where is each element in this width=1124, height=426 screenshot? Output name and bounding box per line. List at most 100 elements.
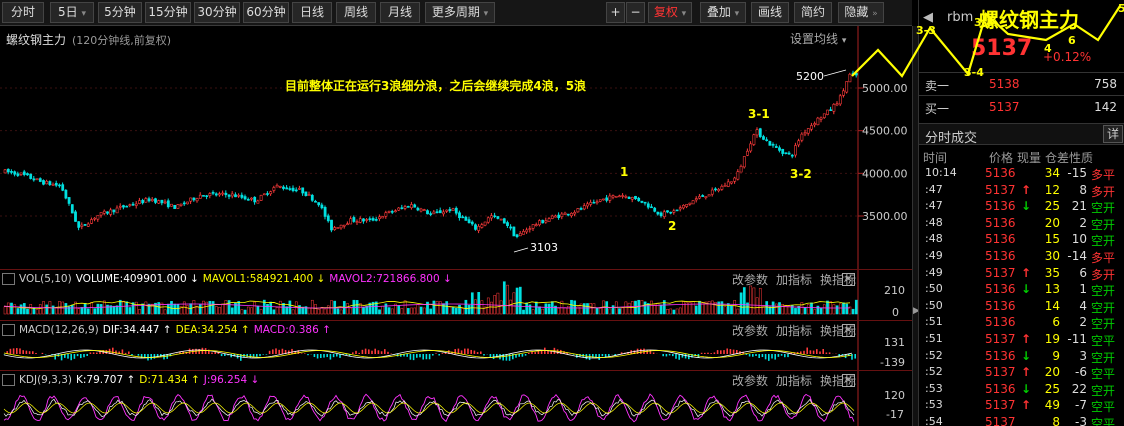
candle (218, 193, 221, 196)
candle (86, 223, 90, 227)
tick-oi-change: -11 (1067, 331, 1087, 346)
period-button-monthly[interactable]: 月线 (380, 2, 420, 23)
candle (3, 169, 7, 174)
candle (157, 200, 161, 204)
indicator-toggle-box[interactable] (2, 374, 15, 386)
tick-type: 空开 (1091, 383, 1116, 398)
period-button-60min[interactable]: 60分钟 (243, 2, 289, 23)
candle (99, 212, 103, 216)
candle (314, 200, 317, 203)
edit-params-button[interactable]: 改参数 (732, 374, 768, 388)
candle (390, 211, 394, 213)
tick-volume: 8 (1052, 414, 1060, 426)
period-button-30min[interactable]: 30分钟 (194, 2, 240, 23)
indicator-toggle-box[interactable] (2, 324, 15, 336)
candle (829, 109, 833, 111)
hide-button[interactable]: 隐藏 » (838, 2, 884, 23)
volume-bar (778, 302, 781, 315)
ticks-detail-button[interactable]: 详 (1103, 125, 1123, 143)
candle (118, 205, 122, 208)
volume-bar (730, 305, 733, 315)
tick-price: 5136 (985, 282, 1016, 297)
col-type: 性质 (1069, 151, 1094, 165)
candle (650, 206, 653, 209)
indicator-toggle-box[interactable] (2, 273, 15, 285)
candle (384, 212, 388, 217)
candle (634, 196, 637, 200)
moving-average-settings-button[interactable]: 设置均线 ▾ (790, 30, 846, 47)
period-button-5day[interactable]: 5日 ▾ (50, 2, 94, 23)
volume-bar (547, 303, 551, 315)
candlestick-plot[interactable]: 5000.00 4500.00 4000.00 3500.00 目前整体正在运行3浪细分… (0, 26, 912, 269)
volume-bar (86, 308, 90, 315)
tick-volume: 25 (1044, 199, 1060, 214)
macd-ops: 改参数 加指标 换指标 (724, 322, 856, 339)
candle (16, 173, 20, 176)
tick-volume: 30 (1044, 248, 1060, 263)
candle (598, 199, 602, 202)
period-button-weekly[interactable]: 周线 (336, 2, 376, 23)
edit-params-button[interactable]: 改参数 (732, 324, 768, 338)
tick-price: 5136 (985, 232, 1016, 247)
volume-bar (678, 307, 682, 315)
tick-price: 5136 (985, 166, 1016, 180)
volume-bar (656, 302, 660, 315)
tick-row: :53 5136 ↓ 25 22 空开 (919, 381, 1124, 398)
volume-bar (592, 303, 596, 315)
volume-bar (474, 299, 477, 315)
add-indicator-button[interactable]: 加指标 (776, 273, 812, 287)
candlestick-chart[interactable]: 螺纹钢主力 (120分钟线,前复权) 设置均线 ▾ 5000.00 4500.00 4… (0, 26, 912, 269)
tick-oi-change: 22 (1071, 381, 1087, 396)
overlay-button[interactable]: 叠加 ▾ (700, 2, 746, 23)
k-line (3, 398, 855, 418)
candle (838, 95, 842, 105)
adjust-button[interactable]: 复权 ▾ (648, 2, 692, 23)
draw-line-button[interactable]: 画线 (751, 2, 789, 23)
edit-params-button[interactable]: 改参数 (732, 273, 768, 287)
volume-bar (128, 307, 132, 315)
close-icon[interactable]: ✕ (842, 273, 855, 286)
volume-panel[interactable]: VOL(5,10) VOLUME:409901.000 ↓ MAVOL1:584… (0, 269, 912, 321)
add-indicator-button[interactable]: 加指标 (776, 374, 812, 388)
candle (678, 207, 682, 210)
candle (211, 192, 215, 194)
candle (282, 186, 285, 189)
simple-mode-button[interactable]: 简约 (794, 2, 832, 23)
candle (90, 219, 93, 224)
tick-price: 5136 (985, 248, 1016, 263)
close-icon[interactable]: ✕ (842, 374, 855, 387)
candle (547, 218, 551, 222)
period-button-5min[interactable]: 5分钟 (98, 2, 142, 23)
volume-bar (3, 306, 7, 315)
volume-bar (378, 309, 381, 315)
tick-type: 空开 (1091, 317, 1116, 332)
kdj-panel[interactable]: KDJ(9,3,3) K:79.707 ↑ D:71.434 ↑ J:96.25… (0, 370, 912, 426)
tick-type: 空平 (1091, 400, 1116, 415)
ticks-list[interactable]: 10:14 5136 34 -15 多平:47 5137 ↑ 12 8 多开:47 5136 ↓ 25 2… (919, 165, 1124, 426)
zoom-in-button[interactable]: + (606, 2, 625, 23)
candle (330, 219, 333, 231)
period-button-intraday[interactable]: 分时 (2, 2, 44, 23)
candle (554, 215, 557, 218)
candle (38, 178, 42, 182)
chevron-left-icon[interactable]: ◀ (923, 10, 933, 25)
period-button-15min[interactable]: 15分钟 (145, 2, 191, 23)
macd-panel[interactable]: MACD(12,26,9) DIF:34.447 ↑ DEA:34.254 ↑ … (0, 320, 912, 371)
last-price: 5137 (971, 36, 1033, 61)
candle (320, 204, 324, 209)
close-icon[interactable]: ✕ (842, 324, 855, 337)
volume-bar (26, 308, 29, 315)
period-button-daily[interactable]: 日线 (292, 2, 332, 23)
add-indicator-button[interactable]: 加指标 (776, 324, 812, 338)
volume-bar (314, 304, 317, 315)
volume-bar (240, 309, 244, 315)
volume-bar (310, 299, 314, 315)
candle (410, 204, 413, 209)
zoom-out-button[interactable]: − (626, 2, 645, 23)
candle (61, 184, 65, 191)
candle (605, 197, 609, 201)
tick-time: :53 (925, 398, 943, 412)
more-periods-button[interactable]: 更多周期 ▾ (425, 2, 495, 23)
volume-bar (435, 300, 439, 315)
candle (787, 152, 791, 155)
